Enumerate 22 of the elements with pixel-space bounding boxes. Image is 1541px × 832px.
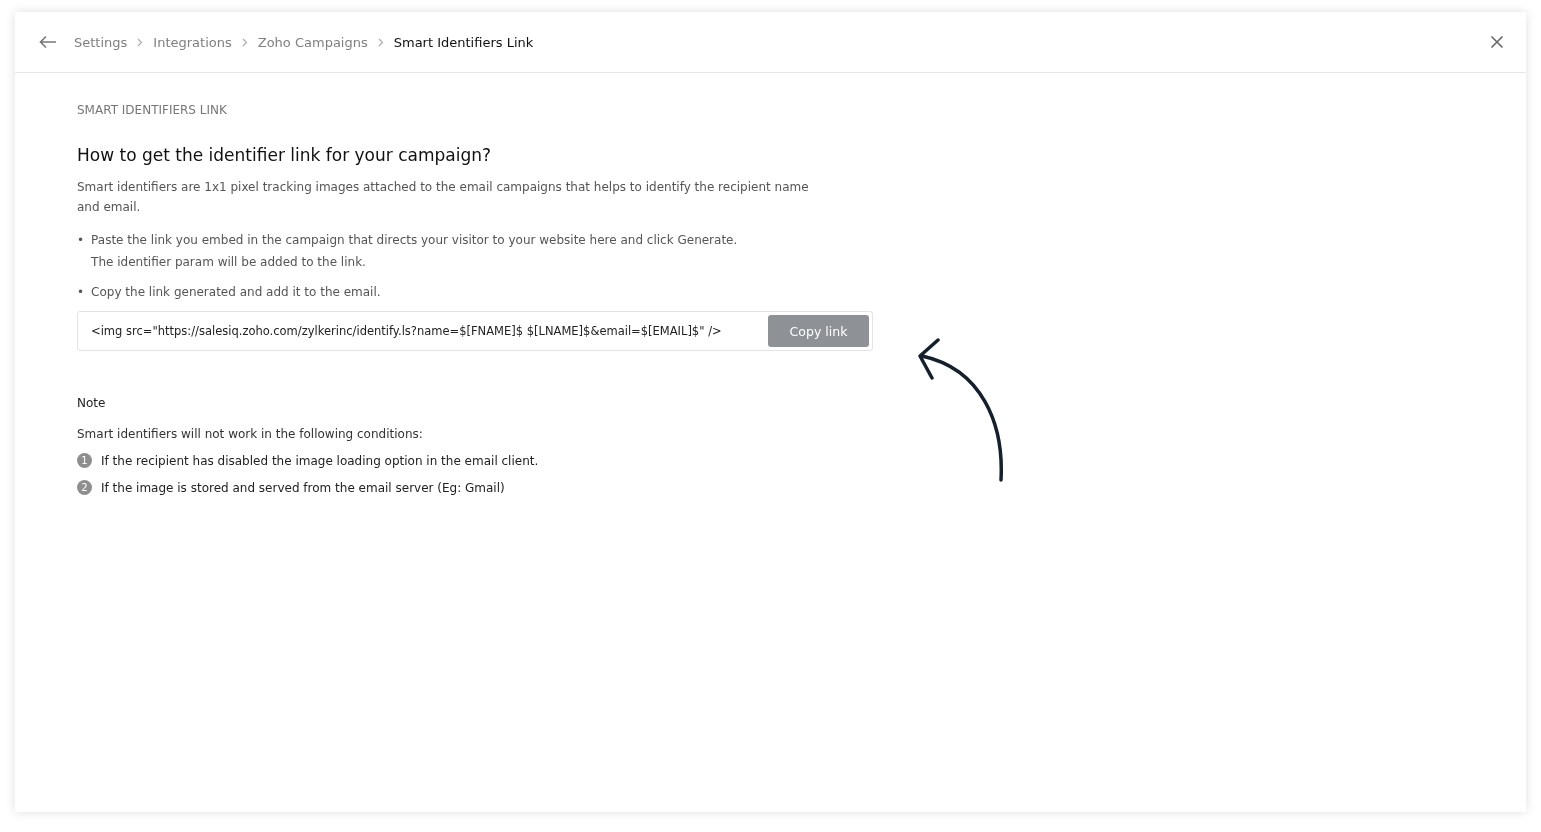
step-text: Copy the link generated and add it to the email. — [91, 284, 381, 301]
number-badge: 2 — [77, 480, 92, 495]
breadcrumb-link[interactable]: Settings — [74, 34, 128, 50]
chevron-icon — [377, 37, 384, 47]
close-icon[interactable] — [1490, 35, 1504, 49]
breadcrumb-link[interactable]: Integrations — [153, 34, 232, 50]
bullet: • — [77, 284, 85, 301]
back-arrow-icon[interactable] — [39, 35, 57, 49]
breadcrumb-link[interactable]: Zoho Campaigns — [257, 34, 368, 50]
condition-text: If the recipient has disabled the image loading option in the email client. — [101, 453, 539, 468]
intro-text: Smart identifiers are 1x1 pixel tracking images attached to the email campaigns that helps to identify the recipient name and email. — [77, 179, 810, 216]
note-title: Note — [77, 396, 106, 410]
step-text: Paste the link you embed in the campaign that directs your visitor to your website here and click Generate. The identifier param will be added to the link. — [91, 232, 739, 271]
note-text: Smart identifiers will not work in the following conditions: — [77, 427, 424, 441]
condition-text: If the image is stored and served from the email server (Eg: Gmail) — [101, 480, 505, 495]
number-badge: 1 — [77, 453, 92, 468]
chevron-icon — [241, 37, 248, 47]
bullet: • — [77, 232, 85, 249]
heading: How to get the identifier link for your campaign? — [77, 145, 492, 165]
section-label: SMART IDENTIFIERS LINK — [77, 103, 227, 117]
chevron-icon — [137, 37, 144, 47]
breadcrumb-link[interactable]: Smart Identifiers Link — [393, 34, 534, 50]
